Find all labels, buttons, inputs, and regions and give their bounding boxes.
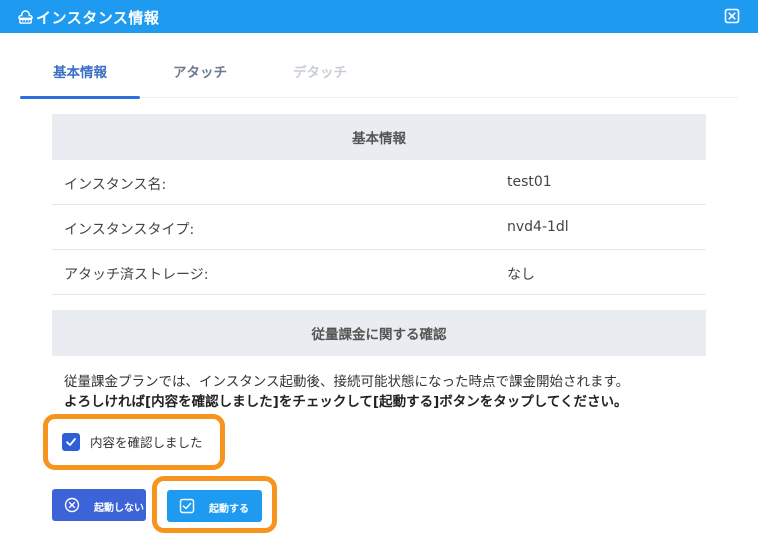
tab-attach[interactable]: アタッチ xyxy=(150,60,250,98)
close-icon[interactable] xyxy=(724,8,740,24)
tab-basic-info[interactable]: 基本情報 xyxy=(20,60,140,99)
basic-info-heading: 基本情報 xyxy=(52,114,706,160)
tab-label: アタッチ xyxy=(173,65,227,81)
info-value: nvd4-1dl xyxy=(507,219,569,235)
tab-label: 基本情報 xyxy=(53,65,107,81)
info-row-instance-type: インスタンスタイプ: nvd4-1dl xyxy=(52,205,706,250)
billing-description: 従量課金プランでは、インスタンス起動後、接続可能状態になった時点で課金開始されま… xyxy=(64,372,629,412)
cloud-instance-icon xyxy=(18,10,33,24)
check-square-icon xyxy=(179,498,195,514)
billing-heading: 従量課金に関する確認 xyxy=(52,310,706,356)
do-not-start-label: 起動しない xyxy=(94,503,144,514)
confirm-checkbox[interactable] xyxy=(62,432,80,451)
tab-label: デタッチ xyxy=(293,65,347,81)
info-row-instance-name: インスタンス名: test01 xyxy=(52,160,706,205)
title-bar: インスタンス情報 xyxy=(0,0,758,33)
info-label: インスタンス名: xyxy=(64,177,167,193)
info-value: test01 xyxy=(507,174,552,190)
billing-line-2: よろしければ[内容を確認しました]をチェックして[起動する]ボタンをタップしてく… xyxy=(64,394,628,410)
tab-active-underline xyxy=(20,96,140,99)
confirm-checkbox-row[interactable]: 内容を確認しました xyxy=(62,432,203,451)
window-title: インスタンス情報 xyxy=(36,9,160,27)
info-value: なし xyxy=(507,267,535,283)
do-not-start-button[interactable]: 起動しない xyxy=(52,489,146,521)
info-row-attached-storage: アタッチ済ストレージ: なし xyxy=(52,250,706,295)
tab-detach: デタッチ xyxy=(270,60,370,98)
billing-line-1: 従量課金プランでは、インスタンス起動後、接続可能状態になった時点で課金開始されま… xyxy=(64,374,630,390)
tab-bar: 基本情報 アタッチ デタッチ xyxy=(20,60,738,99)
confirm-checkbox-label: 内容を確認しました xyxy=(90,435,203,450)
checkmark-icon xyxy=(66,437,76,446)
info-label: アタッチ済ストレージ: xyxy=(64,267,209,283)
start-label: 起動する xyxy=(209,504,249,515)
circle-x-icon xyxy=(64,497,80,513)
info-label: インスタンスタイプ: xyxy=(64,222,195,238)
start-button[interactable]: 起動する xyxy=(167,490,262,522)
